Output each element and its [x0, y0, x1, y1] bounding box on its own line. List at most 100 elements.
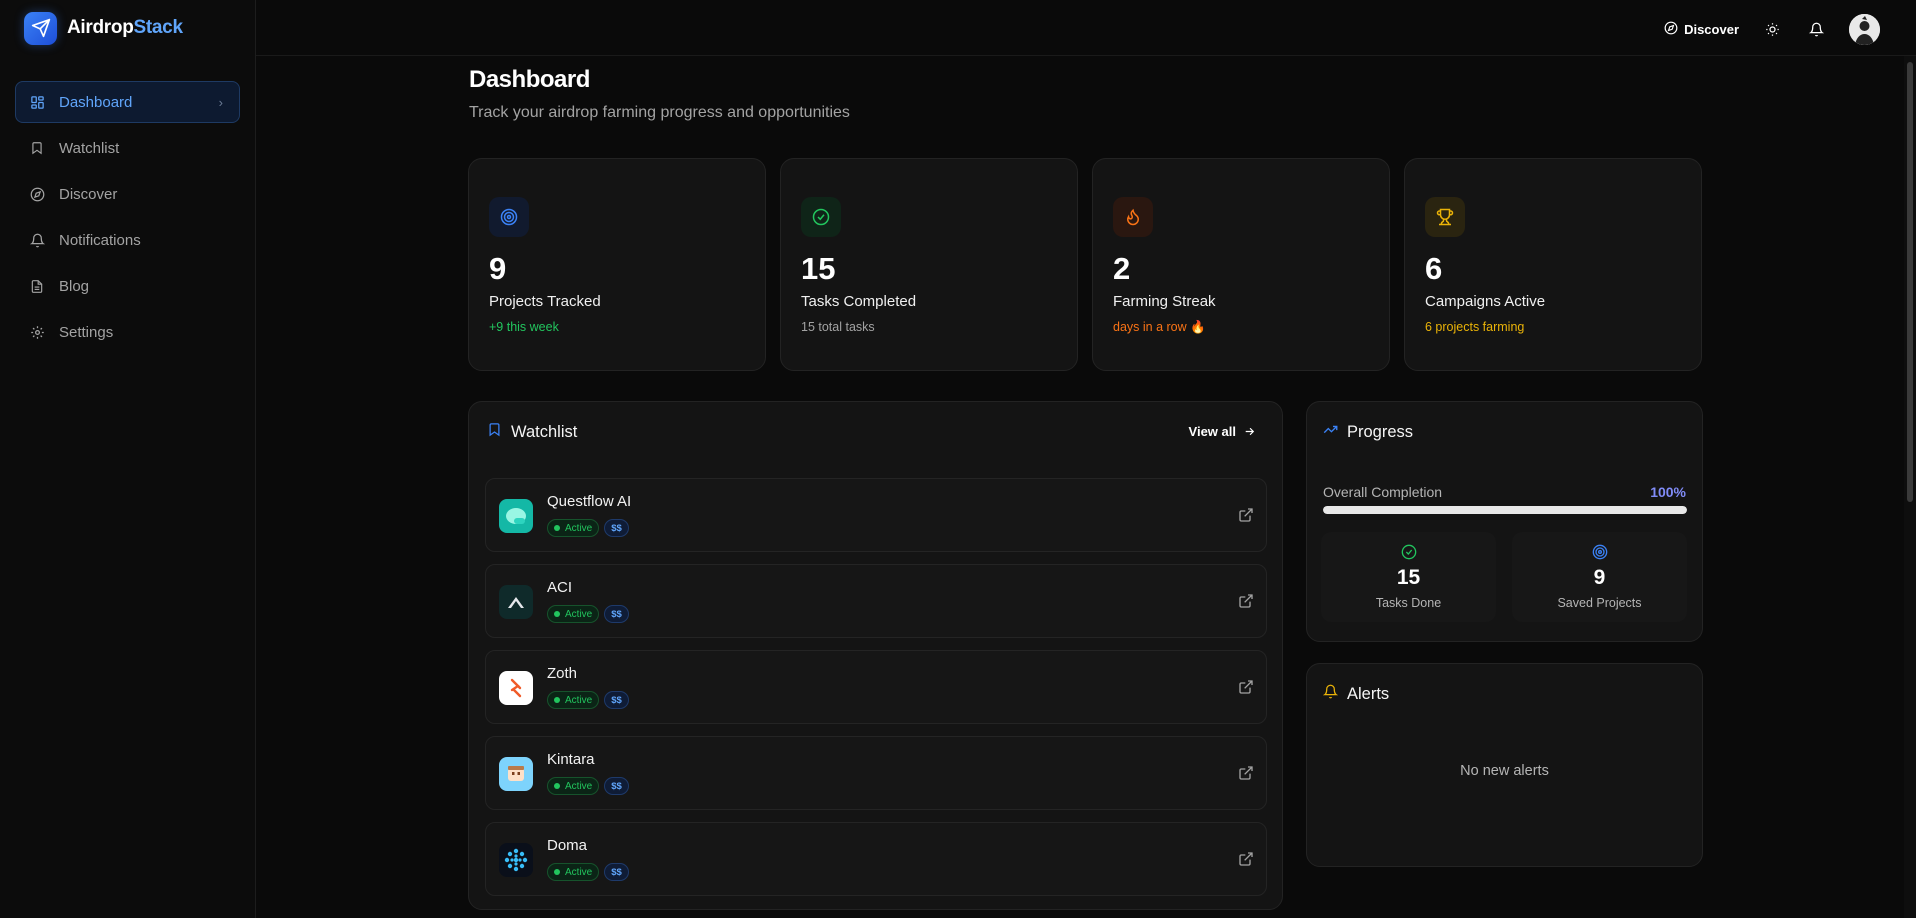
- status-badge-label: Active: [565, 608, 593, 620]
- scrollbar-thumb[interactable]: [1907, 62, 1913, 502]
- stat-label: Projects Tracked: [489, 293, 601, 310]
- watchlist-item-badges: Active $$: [547, 777, 629, 795]
- avatar[interactable]: [1849, 14, 1880, 45]
- cost-badge: $$: [604, 605, 629, 623]
- compass-icon: [1664, 21, 1678, 38]
- stat-value: 9: [489, 251, 507, 286]
- sidebar-item-notifications[interactable]: Notifications: [15, 219, 240, 261]
- sidebar-item-dashboard[interactable]: Dashboard ›: [15, 81, 240, 123]
- status-badge-label: Active: [565, 522, 593, 534]
- cost-badge: $$: [604, 863, 629, 881]
- sidebar-item-settings[interactable]: Settings: [15, 311, 240, 353]
- cost-badge: $$: [604, 777, 629, 795]
- watchlist-item[interactable]: Doma Active $$: [485, 822, 1267, 896]
- brand-name-part2: Stack: [133, 17, 184, 38]
- progress-title: Progress: [1347, 422, 1414, 441]
- external-link-icon[interactable]: [1238, 507, 1254, 523]
- status-badge: Active: [547, 691, 600, 709]
- bookmark-icon: [29, 140, 45, 156]
- progress-bar-fill: [1323, 506, 1687, 514]
- stat-sub: 6 projects farming: [1425, 320, 1525, 334]
- stats-row: 9 Projects Tracked +9 this week 15 Tasks…: [468, 158, 1703, 371]
- status-badge: Active: [547, 519, 600, 537]
- external-link-icon[interactable]: [1238, 679, 1254, 695]
- progress-bar: [1323, 506, 1687, 514]
- status-badge: Active: [547, 605, 600, 623]
- overall-completion-label: Overall Completion: [1323, 484, 1443, 500]
- user-avatar-icon: [1849, 14, 1880, 45]
- status-badge-label: Active: [565, 866, 593, 878]
- chevron-right-icon: ›: [218, 94, 223, 110]
- stat-sub: +9 this week: [489, 320, 559, 334]
- sidebar-item-discover[interactable]: Discover: [15, 173, 240, 215]
- watchlist-item-badges: Active $$: [547, 863, 629, 881]
- sidebar-item-watchlist[interactable]: Watchlist: [15, 127, 240, 169]
- watchlist-item-name: Questflow AI: [547, 493, 632, 510]
- stat-value: 6: [1425, 251, 1443, 286]
- doma-logo-icon: [499, 843, 533, 877]
- watchlist-item[interactable]: Kintara Active $$: [485, 736, 1267, 810]
- status-dot: [554, 611, 560, 617]
- brand[interactable]: AirdropStack: [24, 8, 183, 48]
- sidebar-item-label: Dashboard: [59, 93, 133, 111]
- sidebar-item-label: Blog: [59, 277, 90, 295]
- gear-icon: [29, 324, 45, 340]
- questflow-logo-icon: [499, 499, 533, 533]
- kintara-logo-icon: [499, 757, 533, 791]
- external-link-icon[interactable]: [1238, 593, 1254, 609]
- progress-panel: Progress Overall Completion 100% 15 Task…: [1306, 401, 1703, 642]
- target-icon: [489, 197, 529, 237]
- trending-up-icon: [1323, 422, 1338, 442]
- flame-icon: [1113, 197, 1153, 237]
- watchlist-item[interactable]: Zoth Active $$: [485, 650, 1267, 724]
- bell-icon: [1322, 684, 1339, 704]
- discover-button-label: Discover: [1684, 22, 1739, 37]
- stat-label: Farming Streak: [1113, 293, 1216, 310]
- cost-badge: $$: [604, 519, 629, 537]
- status-dot: [554, 783, 560, 789]
- watchlist-item-name: ACI: [547, 579, 573, 596]
- compass-icon: [29, 186, 45, 202]
- discover-button[interactable]: Discover: [1664, 21, 1739, 38]
- view-all-link[interactable]: View all: [1189, 424, 1256, 439]
- topbar-actions: Discover: [1664, 14, 1880, 45]
- sidebar-item-blog[interactable]: Blog: [15, 265, 240, 307]
- status-badge: Active: [547, 777, 600, 795]
- empty-alerts-message: No new alerts: [1460, 763, 1549, 779]
- check-circle-icon: [1401, 544, 1416, 560]
- theme-toggle-button[interactable]: [1761, 19, 1783, 41]
- bookmark-icon: [487, 422, 502, 442]
- watchlist-header: Watchlist: [487, 422, 577, 442]
- external-link-icon[interactable]: [1238, 765, 1254, 781]
- sidebar: AirdropStack Dashboard › Watchlist Disco…: [0, 0, 256, 918]
- watchlist-item-name: Doma: [547, 837, 588, 854]
- arrow-right-icon: [1245, 427, 1255, 436]
- external-link-icon[interactable]: [1238, 851, 1254, 867]
- progress-header: Progress: [1323, 422, 1413, 442]
- status-dot: [554, 525, 560, 531]
- sidebar-item-label: Watchlist: [59, 139, 120, 157]
- stat-value: 15: [801, 251, 836, 286]
- cost-badge: $$: [604, 691, 629, 709]
- status-badge-label: Active: [565, 694, 593, 706]
- tasks-done-card: 15 Tasks Done: [1321, 532, 1496, 622]
- sidebar-item-label: Discover: [59, 185, 118, 203]
- sidebar-nav: Dashboard › Watchlist Discover Notificat…: [15, 81, 240, 357]
- notifications-button[interactable]: [1805, 19, 1827, 41]
- tasks-done-value: 15: [1396, 566, 1421, 589]
- saved-projects-card: 9 Saved Projects: [1512, 532, 1687, 622]
- watchlist-item[interactable]: Questflow AI Active $$: [485, 478, 1267, 552]
- topbar: Discover: [256, 0, 1916, 56]
- watchlist-item-badges: Active $$: [547, 691, 629, 709]
- watchlist-item[interactable]: ACI Active $$: [485, 564, 1267, 638]
- document-icon: [29, 278, 45, 294]
- status-dot: [554, 697, 560, 703]
- stat-card-campaigns: 6 Campaigns Active 6 projects farming: [1404, 158, 1702, 371]
- bell-icon: [1808, 22, 1824, 37]
- page-subtitle: Track your airdrop farming progress and …: [469, 104, 850, 121]
- watchlist-title: Watchlist: [511, 422, 578, 441]
- trophy-icon: [1425, 197, 1465, 237]
- app-root: AirdropStack Dashboard › Watchlist Disco…: [0, 0, 1916, 918]
- stat-value: 2: [1113, 251, 1131, 286]
- page-scrollbar[interactable]: [1904, 56, 1916, 918]
